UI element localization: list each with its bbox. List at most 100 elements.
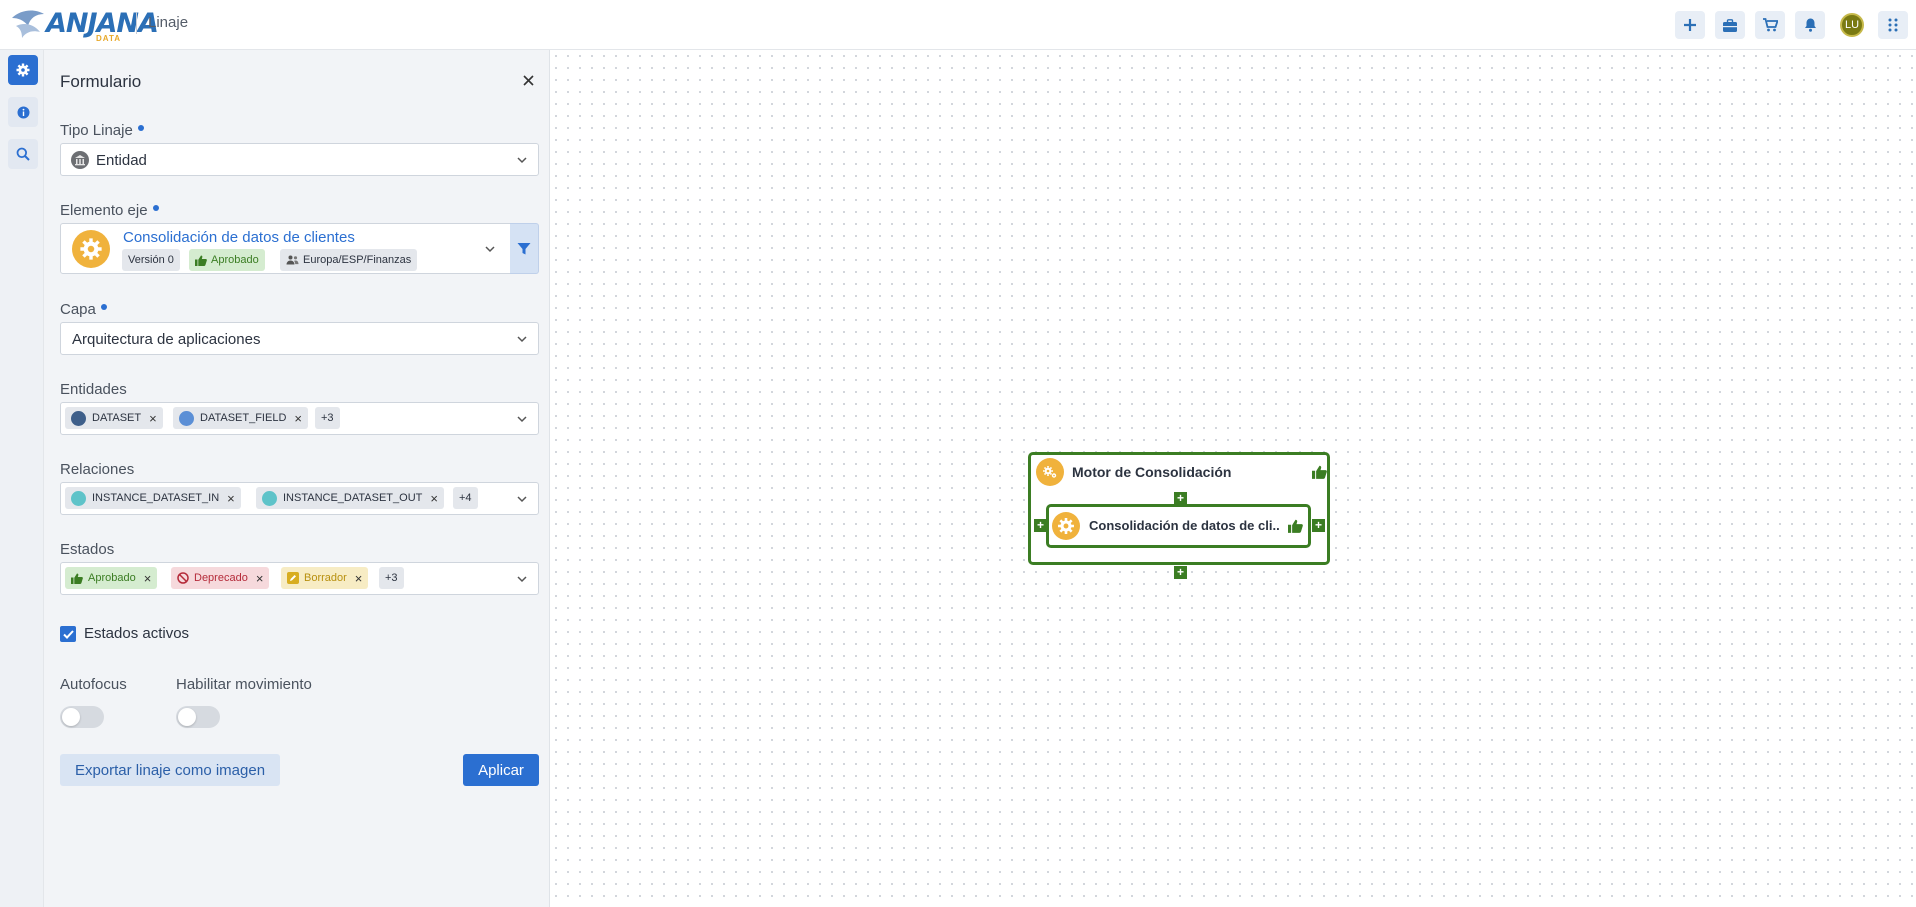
capa-value: Arquitectura de aplicaciones bbox=[72, 331, 261, 348]
database-icon bbox=[71, 410, 86, 426]
expand-down-button[interactable]: + bbox=[1174, 566, 1187, 579]
capa-select[interactable]: Arquitectura de aplicaciones bbox=[60, 322, 539, 355]
gears-icon bbox=[1036, 458, 1064, 486]
apps-menu-button[interactable] bbox=[1878, 11, 1908, 39]
thumbs-up-icon bbox=[1312, 465, 1327, 479]
link-icon bbox=[262, 490, 277, 506]
version-badge: Versión 0 bbox=[122, 249, 180, 271]
table-icon bbox=[179, 410, 194, 426]
form-panel: Formulario Tipo Linaje Entidad Elemento … bbox=[44, 50, 550, 907]
logo-subtext: DATA bbox=[96, 34, 122, 43]
form-title: Formulario bbox=[60, 72, 142, 91]
rail-info-button[interactable] bbox=[8, 97, 38, 127]
cart-button[interactable] bbox=[1755, 11, 1785, 39]
path-badge: Europa/ESP/Finanzas bbox=[280, 249, 418, 271]
required-indicator bbox=[152, 205, 159, 211]
status-tag-deprecated: Deprecado × bbox=[171, 567, 270, 589]
cart-icon bbox=[1762, 18, 1778, 32]
briefcase-icon bbox=[1723, 18, 1737, 32]
chevron-down-icon bbox=[517, 156, 527, 163]
entity-tag: DATASET × bbox=[65, 407, 163, 429]
left-rail bbox=[0, 50, 44, 907]
relation-tag: INSTANCE_DATASET_OUT × bbox=[256, 487, 444, 509]
search-icon bbox=[16, 147, 30, 161]
bird-logo-icon bbox=[12, 10, 44, 38]
chevron-down-icon bbox=[517, 335, 527, 342]
remove-tag-button[interactable]: × bbox=[430, 491, 438, 506]
process-gear-icon bbox=[72, 230, 110, 268]
entity-tag: DATASET_FIELD × bbox=[173, 407, 308, 429]
remove-tag-button[interactable]: × bbox=[294, 411, 302, 426]
relaciones-select[interactable]: INSTANCE_DATASET_IN × INSTANCE_DATASET_O… bbox=[60, 482, 539, 515]
apply-button[interactable]: Aplicar bbox=[463, 754, 539, 786]
relation-tag-label: INSTANCE_DATASET_IN bbox=[92, 492, 220, 504]
status-tag-label: Aprobado bbox=[88, 572, 136, 584]
close-button[interactable] bbox=[520, 74, 536, 90]
briefcase-button[interactable] bbox=[1715, 11, 1745, 39]
thumbs-up-icon bbox=[1288, 519, 1303, 533]
expand-right-button[interactable]: + bbox=[1312, 519, 1325, 532]
status-tag-label: Deprecado bbox=[194, 572, 248, 584]
chevron-down-icon bbox=[485, 245, 495, 252]
remove-tag-button[interactable]: × bbox=[149, 411, 157, 426]
status-tag-approved: Aprobado × bbox=[65, 567, 158, 589]
path-badge-label: Europa/ESP/Finanzas bbox=[303, 254, 412, 266]
remove-tag-button[interactable]: × bbox=[256, 571, 264, 586]
lineage-node-consolidacion[interactable]: Consolidación de datos de cli.. bbox=[1046, 504, 1311, 548]
close-icon bbox=[522, 75, 534, 86]
remove-tag-button[interactable]: × bbox=[355, 571, 363, 586]
add-button[interactable] bbox=[1675, 11, 1705, 39]
gear-icon bbox=[1052, 512, 1080, 540]
expand-up-button[interactable]: + bbox=[1174, 492, 1187, 505]
bell-icon bbox=[1804, 18, 1816, 32]
chevron-down-icon bbox=[517, 415, 527, 422]
required-indicator bbox=[100, 304, 107, 310]
elemento-eje-select[interactable]: Consolidación de datos de clientes Versi… bbox=[60, 223, 511, 274]
checkmark-icon bbox=[62, 629, 74, 639]
node-title: Consolidación de datos de cli.. bbox=[1089, 518, 1280, 533]
relation-tag: INSTANCE_DATASET_IN × bbox=[65, 487, 241, 509]
status-tag-label: Borrador bbox=[304, 572, 347, 584]
top-header: ANJANA DATA Linaje LU bbox=[0, 0, 1916, 50]
approved-badge: Aprobado bbox=[189, 249, 265, 271]
rail-search-button[interactable] bbox=[8, 139, 38, 169]
tipo-linaje-select[interactable]: Entidad bbox=[60, 143, 539, 176]
more-tags-badge[interactable]: +4 bbox=[453, 487, 478, 509]
pencil-icon bbox=[287, 572, 299, 584]
autofocus-toggle[interactable] bbox=[60, 706, 104, 728]
more-tags-badge[interactable]: +3 bbox=[315, 407, 340, 429]
filter-button[interactable] bbox=[510, 223, 539, 274]
expand-left-button[interactable]: + bbox=[1034, 519, 1047, 532]
user-avatar[interactable]: LU bbox=[1840, 13, 1864, 37]
status-tag-draft: Borrador × bbox=[281, 567, 369, 589]
habilitar-movimiento-label: Habilitar movimiento bbox=[176, 676, 312, 693]
node-title: Motor de Consolidación bbox=[1072, 464, 1232, 480]
anjana-logo[interactable]: ANJANA DATA bbox=[10, 4, 159, 44]
required-indicator bbox=[137, 125, 144, 131]
more-tags-badge[interactable]: +3 bbox=[379, 567, 404, 589]
estados-label: Estados bbox=[60, 541, 115, 558]
page-title: Linaje bbox=[148, 14, 189, 31]
estados-activos-checkbox[interactable] bbox=[60, 626, 76, 642]
remove-tag-button[interactable]: × bbox=[227, 491, 235, 506]
chevron-down-icon bbox=[517, 495, 527, 502]
rail-settings-button[interactable] bbox=[8, 55, 38, 85]
habilitar-movimiento-toggle[interactable] bbox=[176, 706, 220, 728]
entidades-select[interactable]: DATASET × DATASET_FIELD × +3 bbox=[60, 402, 539, 435]
gear-icon bbox=[16, 63, 30, 77]
entidades-label: Entidades bbox=[60, 381, 127, 398]
tipo-linaje-label: Tipo Linaje bbox=[60, 122, 144, 139]
thumbs-up-icon bbox=[195, 255, 207, 266]
chevron-down-icon bbox=[517, 575, 527, 582]
estados-activos-label: Estados activos bbox=[84, 625, 190, 642]
relation-tag-label: INSTANCE_DATASET_OUT bbox=[283, 492, 423, 504]
capa-label: Capa bbox=[60, 301, 107, 318]
grid-icon bbox=[1888, 18, 1898, 32]
tipo-linaje-value: Entidad bbox=[96, 152, 147, 169]
prohibited-icon bbox=[177, 572, 189, 584]
remove-tag-button[interactable]: × bbox=[144, 571, 152, 586]
export-image-button[interactable]: Exportar linaje como imagen bbox=[60, 754, 280, 786]
notifications-button[interactable] bbox=[1795, 11, 1825, 39]
estados-select[interactable]: Aprobado × Deprecado × Borrador × +3 bbox=[60, 562, 539, 595]
elemento-eje-name[interactable]: Consolidación de datos de clientes bbox=[123, 229, 355, 246]
